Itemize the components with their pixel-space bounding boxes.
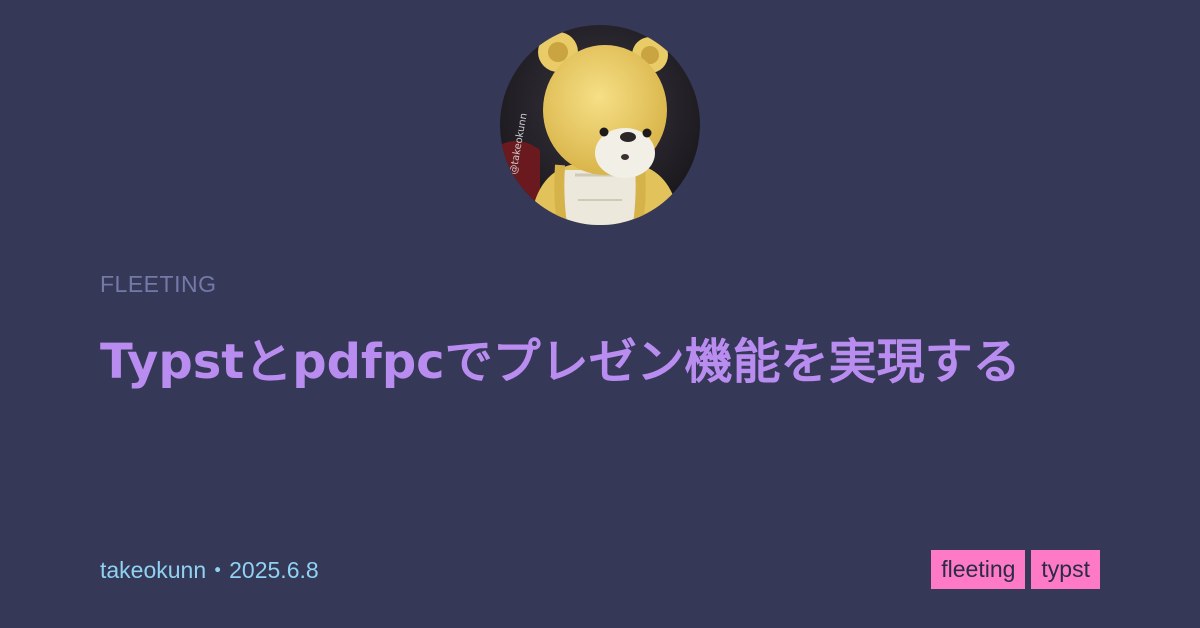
tag-typst[interactable]: typst: [1031, 550, 1100, 589]
post-date: 2025.6.8: [229, 557, 319, 583]
category-label: FLEETING: [100, 271, 217, 297]
page-title: Typstとpdfpcでプレゼン機能を実現する: [100, 334, 1021, 390]
author-avatar: @takeokunn: [500, 25, 700, 225]
tag-list: fleeting typst: [931, 550, 1100, 589]
author-name[interactable]: takeokunn: [100, 557, 206, 583]
tag-fleeting[interactable]: fleeting: [931, 550, 1026, 589]
post-meta: takeokunn・2025.6.8: [100, 551, 319, 585]
bear-figure-icon: @takeokunn: [500, 25, 700, 225]
meta-separator: ・: [206, 557, 230, 583]
